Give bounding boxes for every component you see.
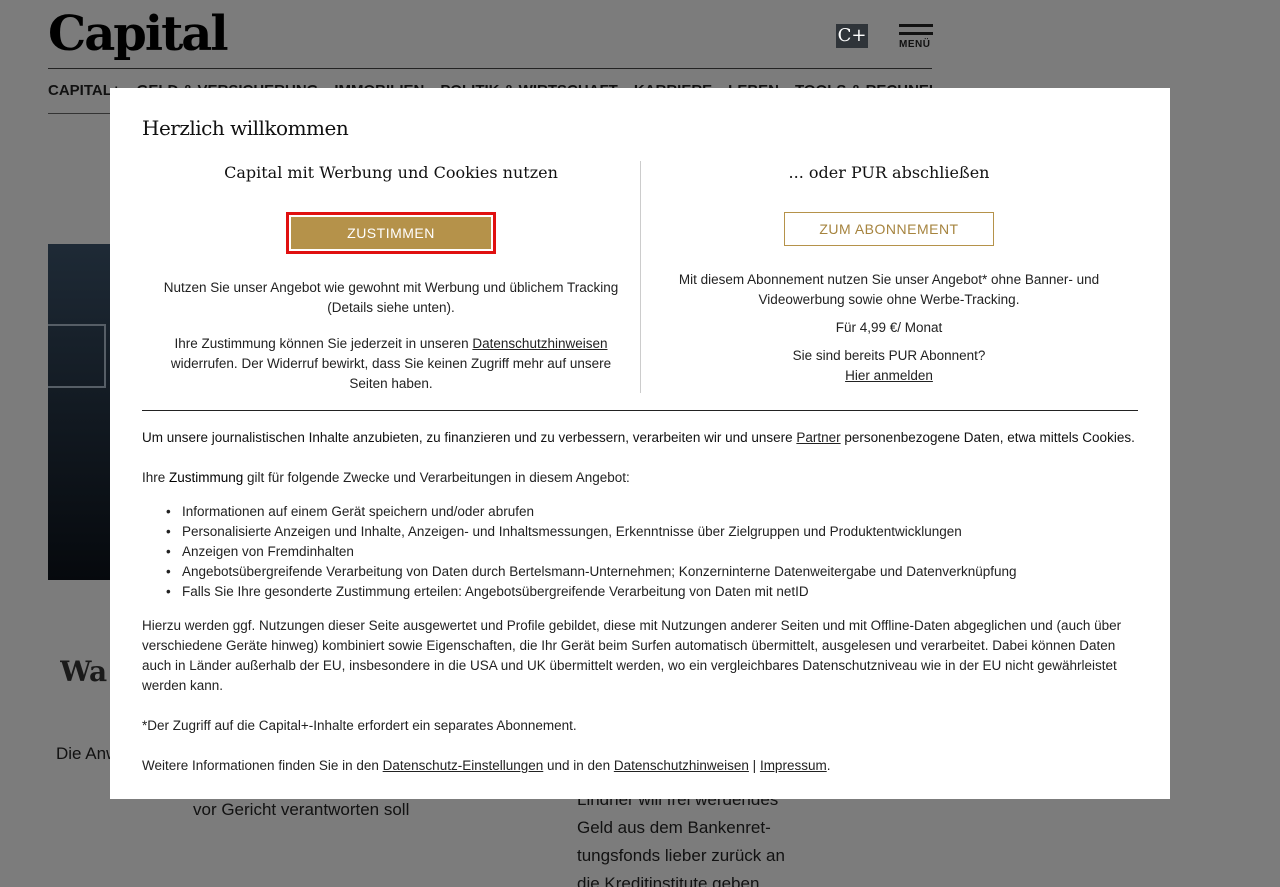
teaser-text-2: vor Gericht verantworten soll [193,800,410,819]
list-item: Anzeigen von Fremdinhalten [142,542,1138,562]
section-divider [142,410,1138,411]
capital-plus-note: *Der Zugriff auf die Capital+-Inhalte er… [142,718,577,733]
list-item: Falls Sie Ihre gesonderte Zustimmung ert… [142,582,1138,602]
privacy-settings-link[interactable]: Datenschutz-Einstellungen [383,758,544,773]
teaser-text: Die Anw teilung [56,744,110,763]
login-link[interactable]: Hier anmelden [845,368,933,383]
header-divider [48,68,932,69]
consent-dialog: Herzlich willkommen Capital mit Werbung … [110,88,1170,799]
privacy-notice-link-2[interactable]: Datenschutzhinweisen [614,758,749,773]
consent-details: Um unsere journalistischen Inhalte anzub… [142,428,1138,776]
teaser-text-3: Lindner will frei werdendes Geld aus dem… [577,790,785,887]
pur-description: Mit diesem Abonnement nutzen Sie unser A… [678,272,1100,307]
agree-button-label: ZUSTIMMEN [291,217,491,249]
purposes-intro: Ihre Zustimmung gilt für folgende Zwecke… [142,470,630,485]
profiling-info: Hierzu werden ggf. Nutzungen dieser Seit… [142,618,1122,693]
option-heading-pur: ... oder PUR abschließen [788,163,990,182]
hamburger-icon-bar [899,32,933,35]
purposes-list: Informationen auf einem Gerät speichern … [142,502,1138,602]
already-subscriber: Sie sind bereits PUR Abonnent? Hier anmel… [792,348,986,383]
consent-option-ads: Capital mit Werbung und Cookies nutzen Z… [142,160,640,394]
consent-keyword: Zustimmung [169,470,244,485]
data-processing-intro: Um unsere journalistischen Inhalte anzub… [142,430,1135,445]
pur-price: Für 4,99 €/ Monat [835,320,943,335]
agree-button[interactable]: ZUSTIMMEN [286,212,496,254]
menu-label: MENÜ [899,39,931,50]
hamburger-icon [899,24,933,27]
dialog-title: Herzlich willkommen [142,116,349,140]
more-info: Weitere Informationen finden Sie in den … [142,758,831,773]
list-item: Angebotsübergreifende Verarbeitung von D… [142,562,1138,582]
revoke-info: Ihre Zustimmung können Sie jederzeit in … [170,336,612,391]
list-item: Personalisierte Anzeigen und Inhalte, An… [142,522,1138,542]
capital-logo[interactable]: Capital [48,6,229,62]
option-heading-ads: Capital mit Werbung und Cookies nutzen [224,163,558,182]
hero-image-symbol [48,324,106,388]
consent-option-pur: ... oder PUR abschließen ZUM ABONNEMENT … [641,160,1137,386]
privacy-notice-link[interactable]: Datenschutzhinweisen [472,336,607,351]
ads-description: Nutzen Sie unser Angebot wie gewohnt mit… [163,280,619,315]
subscription-button[interactable]: ZUM ABONNEMENT [784,212,994,246]
menu-button[interactable]: MENÜ [899,24,933,50]
teaser-title[interactable]: Wa ni [60,652,110,692]
capital-plus-icon[interactable]: C+ [836,24,868,48]
partner-link[interactable]: Partner [796,430,840,445]
list-item: Informationen auf einem Gerät speichern … [142,502,1138,522]
imprint-link[interactable]: Impressum [760,758,827,773]
hero-image[interactable] [48,244,110,580]
